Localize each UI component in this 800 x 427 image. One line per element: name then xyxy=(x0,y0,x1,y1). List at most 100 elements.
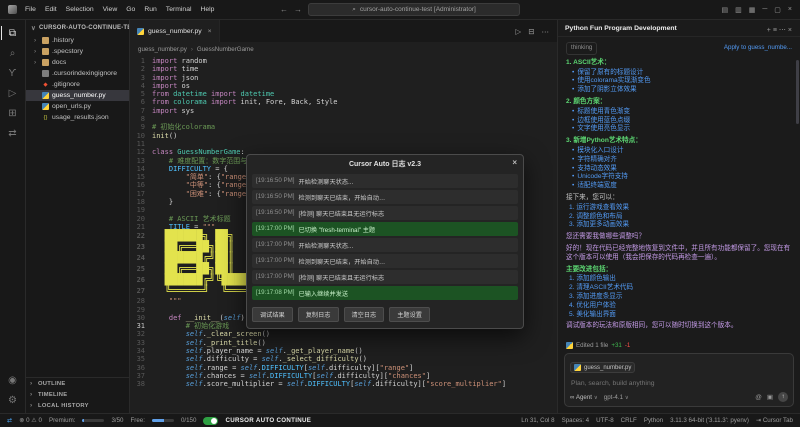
log-timestamp: [19:17:00 PM] xyxy=(256,273,295,282)
log-timestamp: [19:17:00 PM] xyxy=(256,241,295,250)
cursor-position[interactable]: Ln 31, Col 8 xyxy=(521,417,554,424)
tree-item[interactable]: {}usage_results.json xyxy=(26,112,129,123)
chat-history-icon[interactable]: ≡ xyxy=(772,27,778,34)
context-chip-label: guess_number.py xyxy=(584,365,631,371)
new-chat-icon[interactable]: + xyxy=(766,27,772,34)
modal-button[interactable]: 调试结果 xyxy=(252,307,293,322)
minimize-icon[interactable]: ─ xyxy=(762,6,767,14)
toggle-secondary-sidebar-icon[interactable]: ▦ xyxy=(749,6,756,14)
line-number: 36 xyxy=(130,364,152,372)
chat-input[interactable]: guess_number.py Plan, search, build anyt… xyxy=(564,353,794,407)
maximize-icon[interactable]: ▢ xyxy=(774,6,781,14)
more-actions-icon[interactable]: ⋯ xyxy=(542,27,550,36)
bullet-icon: • xyxy=(572,108,574,117)
extensions-icon[interactable]: ⊞ xyxy=(1,103,25,123)
line-text: # ASCII 艺术标题 xyxy=(152,215,231,223)
run-debug-icon[interactable]: ▷ xyxy=(1,83,25,103)
source-control-icon[interactable]: Ƴ xyxy=(1,63,25,83)
menu-go[interactable]: Go xyxy=(126,6,135,13)
back-icon[interactable]: ← xyxy=(280,5,288,14)
toggle-panel-icon[interactable]: ▥ xyxy=(735,6,742,14)
log-row: [19:17:00 PM] [检测] 聊天已结束且无运行标志 xyxy=(252,270,518,284)
remote-explorer-icon[interactable]: ⇄ xyxy=(1,123,25,143)
close-icon[interactable]: × xyxy=(788,6,792,14)
bullet-icon: • xyxy=(572,182,574,191)
line-number: 18 xyxy=(130,198,152,206)
close-tab-icon[interactable]: × xyxy=(208,28,212,35)
auto-continue-toggle[interactable] xyxy=(203,417,218,425)
section-local-history[interactable]: ›LOCAL HISTORY xyxy=(26,400,129,411)
tree-item[interactable]: ◆.gitignore xyxy=(26,79,129,90)
section-timeline[interactable]: ›TIMELINE xyxy=(26,389,129,400)
search-icon[interactable]: ⌕ xyxy=(1,43,25,63)
split-editor-icon[interactable]: ⊟ xyxy=(528,27,534,36)
breadcrumb-item[interactable]: guess_number.py xyxy=(138,46,187,53)
tree-item-label: .history xyxy=(52,37,74,44)
chat-scrollbar[interactable] xyxy=(796,60,799,124)
eol[interactable]: CRLF xyxy=(621,417,637,424)
tab-guess-number[interactable]: guess_number.py × xyxy=(130,20,220,42)
forward-icon[interactable]: → xyxy=(294,5,302,14)
auto-continue-label[interactable]: CURSOR AUTO CONTINUE xyxy=(225,417,311,424)
interpreter[interactable]: 3.11.3 64-bit ('3.11.3': pyenv) xyxy=(670,417,749,424)
command-search-box[interactable]: ⌕ cursor-auto-continue-test [Administrat… xyxy=(308,3,520,16)
settings-gear-icon[interactable]: ⚙ xyxy=(1,390,25,410)
modal-button[interactable]: 主题设置 xyxy=(389,307,430,322)
menu-file[interactable]: File xyxy=(25,6,36,13)
close-panel-icon[interactable]: × xyxy=(787,27,793,34)
line-number: 9 xyxy=(130,123,152,131)
more-options-icon[interactable]: ⋯ xyxy=(778,27,787,34)
premium-label[interactable]: Premium: xyxy=(49,417,75,424)
free-label[interactable]: Free: xyxy=(131,417,145,424)
toggle-primary-sidebar-icon[interactable]: ▤ xyxy=(721,6,728,14)
chat-title: Python Fun Program Development xyxy=(565,25,761,32)
log-message: [检测] 聊天已结束且无运行标志 xyxy=(299,273,385,282)
dialog-close-icon[interactable]: × xyxy=(512,158,517,167)
line-text: # 初始化colorama xyxy=(152,123,215,131)
section-outline[interactable]: ›OUTLINE xyxy=(26,378,129,389)
model-dropdown[interactable]: gpt-4.1 ∨ xyxy=(604,394,629,401)
premium-count[interactable]: 3/50 xyxy=(111,417,123,424)
language-mode[interactable]: Python xyxy=(644,417,663,424)
context-chip[interactable]: guess_number.py xyxy=(570,362,635,373)
tree-item[interactable]: .cursorindexingignore xyxy=(26,68,129,79)
code-editor[interactable]: 1import random2import time3import json4i… xyxy=(130,56,557,413)
line-text: import sys xyxy=(152,107,194,115)
menu-help[interactable]: Help xyxy=(200,6,214,13)
run-python-file-icon[interactable]: ▷ xyxy=(515,27,521,36)
breadcrumb[interactable]: guess_number.py›GuessNumberGame xyxy=(130,42,557,56)
menu-selection[interactable]: Selection xyxy=(66,6,94,13)
modal-button[interactable]: 清空日志 xyxy=(344,307,385,322)
chat-numbered-item: 5. 美化输出界面 xyxy=(566,311,792,320)
menu-terminal[interactable]: Terminal xyxy=(166,6,192,13)
menu-view[interactable]: View xyxy=(103,6,118,13)
cursor-tab[interactable]: ⇥ Cursor Tab xyxy=(756,417,793,424)
remote-indicator[interactable]: ⇄ xyxy=(7,417,12,424)
send-button[interactable]: ↑ xyxy=(778,392,788,402)
mention-icon[interactable]: @ xyxy=(755,394,762,401)
account-icon[interactable]: ◉ xyxy=(1,370,25,390)
explorer-icon[interactable]: ⧉ xyxy=(1,23,25,43)
menu-edit[interactable]: Edit xyxy=(45,6,57,13)
tree-item[interactable]: ›.history xyxy=(26,35,129,46)
modal-button[interactable]: 复制日志 xyxy=(298,307,339,322)
thinking-block[interactable]: thinkingApply to guess_numbe... xyxy=(566,42,792,55)
file-tree: ›.history›.specstory›docs.cursorindexing… xyxy=(26,35,129,123)
log-row: [19:16:50 PM]开始检测聊天状态... xyxy=(252,174,518,188)
line-number: 6 xyxy=(130,98,152,106)
agent-mode-dropdown[interactable]: ∞ Agent ∨ xyxy=(570,394,598,401)
tree-item[interactable]: guess_number.py xyxy=(26,90,129,101)
breadcrumb-item[interactable]: GuessNumberGame xyxy=(197,46,254,53)
indentation[interactable]: Spaces: 4 xyxy=(562,417,590,424)
image-icon[interactable]: ▣ xyxy=(767,393,773,401)
free-count[interactable]: 0/150 xyxy=(181,417,196,424)
problems-indicator[interactable]: ⊗ 0 ⚠ 0 xyxy=(19,417,42,424)
apply-link[interactable]: Apply to guess_numbe... xyxy=(724,44,792,53)
project-root[interactable]: ∨ CURSOR-AUTO-CONTINUE-TEST xyxy=(26,20,129,35)
edited-files-row[interactable]: Edited 1 file +31 -1 xyxy=(558,340,800,351)
tree-item[interactable]: open_urls.py xyxy=(26,101,129,112)
tree-item[interactable]: ›docs xyxy=(26,57,129,68)
menu-run[interactable]: Run xyxy=(144,6,156,13)
tree-item[interactable]: ›.specstory xyxy=(26,46,129,57)
encoding[interactable]: UTF-8 xyxy=(596,417,614,424)
